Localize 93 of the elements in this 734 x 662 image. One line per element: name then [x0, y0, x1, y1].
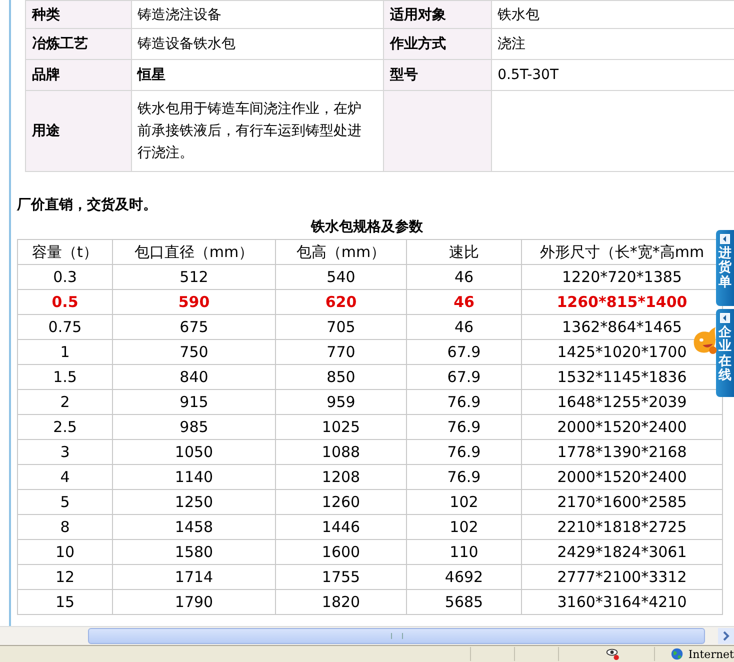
attribute-label: 冶炼工艺 — [32, 36, 88, 52]
table-cell: 5 — [18, 490, 112, 514]
table-cell: 675 — [112, 314, 276, 340]
table-cell: 4692 — [406, 564, 522, 590]
table-cell: 0.3 — [18, 264, 112, 290]
table-cell: 46 — [406, 264, 522, 290]
scroll-right-button[interactable] — [718, 628, 734, 644]
attribute-value: 恒星 — [138, 66, 167, 85]
table-cell: 67.9 — [406, 340, 522, 364]
table-cell: 102 — [406, 490, 522, 514]
table-cell: 76.9 — [406, 440, 522, 464]
scrollbar-thumb[interactable] — [88, 628, 705, 644]
column-header: 包高（mm） — [276, 240, 406, 264]
table-cell: 1250 — [112, 490, 276, 514]
security-zone-text: Internet — [688, 648, 734, 660]
table-cell: 850 — [276, 364, 406, 390]
attribute-label: 种类 — [32, 6, 60, 22]
table-cell: 750 — [112, 340, 276, 364]
table-cell: 1580 — [112, 540, 276, 564]
table-cell: 5685 — [406, 590, 522, 614]
table-cell: 3160*3164*4210 — [522, 590, 722, 614]
table-cell: 512 — [112, 264, 276, 290]
table-cell: 1025 — [276, 414, 406, 440]
attribute-label: 作业方式 — [390, 36, 446, 52]
collapse-icon — [720, 313, 730, 323]
table-cell: 1714 — [112, 564, 276, 590]
table-cell: 2777*2100*3312 — [522, 564, 722, 590]
table-cell: 15 — [18, 590, 112, 614]
table-cell: 1050 — [112, 440, 276, 464]
globe-icon — [671, 647, 684, 661]
table-cell: 1208 — [276, 464, 406, 490]
table-cell: 46 — [406, 314, 522, 340]
table-cell: 1755 — [276, 564, 406, 590]
table-cell: 76.9 — [406, 464, 522, 490]
attribute-value: 铸造浇注设备 — [138, 6, 223, 24]
table-cell: 985 — [112, 414, 276, 440]
table-cell: 2.5 — [18, 414, 112, 440]
table-cell: 1458 — [112, 514, 276, 540]
table-cell: 2210*1818*2725 — [522, 514, 722, 540]
table-cell: 1446 — [276, 514, 406, 540]
table-cell: 4 — [18, 464, 112, 490]
table-cell: 76.9 — [406, 390, 522, 414]
table-cell: 0.75 — [18, 314, 112, 340]
table-cell: 76.9 — [406, 414, 522, 440]
table-cell: 2429*1824*3061 — [522, 540, 722, 564]
table-cell: 1.5 — [18, 364, 112, 390]
table-cell: 2000*1520*2400 — [522, 414, 722, 440]
attribute-value: 铁水包用于铸造车间浇注作业，在炉前承接铁液后，有行车运到铸型处进行浇注。 — [138, 100, 363, 163]
attribute-label: 适用对象 — [390, 6, 446, 22]
table-cell: 1790 — [112, 590, 276, 614]
table-cell: 705 — [276, 314, 406, 340]
table-cell: 2000*1520*2400 — [522, 464, 722, 490]
table-cell: 1260 — [276, 490, 406, 514]
table-cell: 12 — [18, 564, 112, 590]
table-cell: 2 — [18, 390, 112, 414]
attribute-label: 品牌 — [32, 67, 60, 83]
table-cell: 8 — [18, 514, 112, 540]
attribute-label: 用途 — [32, 123, 60, 139]
table-cell: 10 — [18, 540, 112, 564]
table-cell: 1140 — [112, 464, 276, 490]
slogan-text: 厂价直销，交货及时。 — [17, 196, 158, 214]
table-cell: 1820 — [276, 590, 406, 614]
table-cell: 1 — [18, 340, 112, 364]
table-cell: 46 — [406, 290, 522, 314]
table-title: 铁水包规格及参数 — [310, 218, 424, 236]
table-cell: 2170*1600*2585 — [522, 490, 722, 514]
column-header: 容量（t） — [18, 240, 112, 264]
attribute-value: 浇注 — [498, 35, 527, 54]
table-cell: 110 — [406, 540, 522, 564]
table-cell: 67.9 — [406, 364, 522, 390]
column-header: 包口直径（mm） — [112, 240, 276, 264]
column-header: 速比 — [406, 240, 522, 264]
attribute-value: 0.5T-30T — [498, 66, 560, 85]
attribute-value: 铁水包 — [498, 6, 541, 24]
table-cell: 1778*1390*2168 — [522, 440, 722, 464]
table-cell: 915 — [112, 390, 276, 414]
table-cell: 590 — [112, 290, 276, 314]
table-cell: 102 — [406, 514, 522, 540]
table-cell: 0.5 — [18, 290, 112, 314]
table-cell: 540 — [276, 264, 406, 290]
table-cell: 1600 — [276, 540, 406, 564]
horizontal-scrollbar[interactable] — [0, 626, 734, 645]
table-cell: 959 — [276, 390, 406, 414]
attribute-value: 铸造设备铁水包 — [138, 35, 237, 54]
attribute-label: 型号 — [390, 67, 418, 83]
table-cell: 840 — [112, 364, 276, 390]
table-cell: 620 — [276, 290, 406, 314]
caret-icon — [722, 631, 730, 641]
table-cell: 1088 — [276, 440, 406, 464]
collapse-icon — [720, 234, 730, 244]
privacy-icon[interactable] — [606, 647, 620, 661]
table-cell: 3 — [18, 440, 112, 464]
table-cell: 770 — [276, 340, 406, 364]
